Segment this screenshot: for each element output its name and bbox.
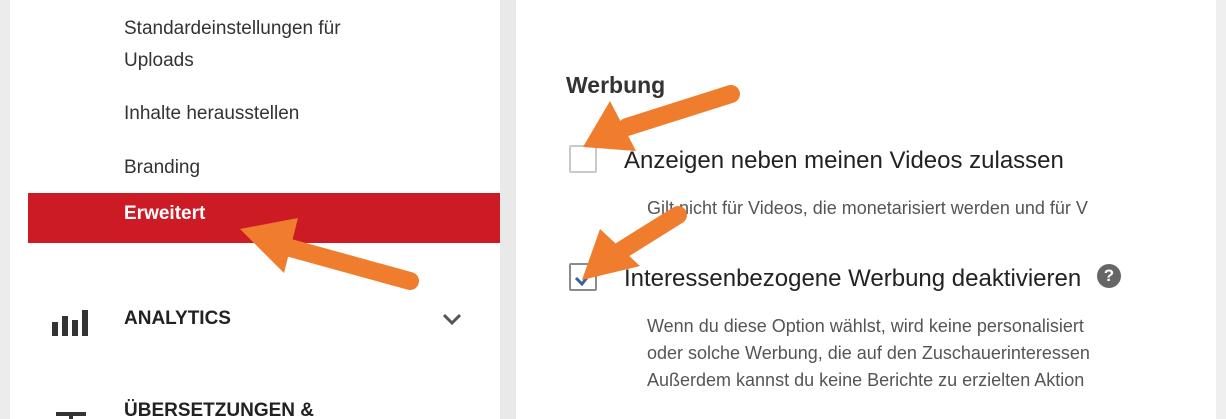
sidebar-item-label: Branding	[124, 157, 201, 178]
allow-ads-label[interactable]: Anzeigen neben meinen Videos zulassen	[624, 147, 1064, 175]
advanced-settings-panel: Werbung Anzeigen neben meinen Videos zul…	[516, 0, 1216, 419]
bar-chart-icon	[52, 310, 88, 336]
sidebar-section-label: ÜBERSETZUNGEN &	[124, 400, 315, 419]
sidebar-item-label: Uploads	[124, 50, 194, 71]
sidebar-item-label: Erweitert	[124, 203, 206, 224]
sidebar-item-upload-defaults[interactable]: Standardeinstellungen für Uploads	[124, 13, 341, 77]
sidebar-section-translations[interactable]: ÜBERSETZUNGEN &	[50, 398, 480, 419]
sidebar-item-featured-content[interactable]: Inhalte herausstellen	[124, 100, 299, 128]
translation-icon	[56, 412, 86, 419]
sidebar-item-label: Inhalte herausstellen	[124, 103, 300, 124]
disable-interest-ads-checkbox[interactable]	[569, 263, 597, 291]
panel-divider	[500, 0, 516, 419]
right-frame	[1216, 0, 1226, 419]
help-icon[interactable]: ?	[1097, 264, 1121, 288]
left-frame	[0, 0, 10, 419]
section-title: Werbung	[566, 72, 666, 98]
chevron-down-icon[interactable]	[440, 310, 464, 328]
disable-interest-ads-description-line: Außerdem kannst du keine Berichte zu erz…	[647, 370, 1085, 390]
sidebar-section-label: ANALYTICS	[124, 308, 231, 329]
disable-interest-ads-description-line: Wenn du diese Option wählst, wird keine …	[647, 316, 1084, 336]
checkmark-icon	[574, 270, 594, 286]
sidebar-section-analytics[interactable]: ANALYTICS	[50, 300, 480, 344]
sidebar-item-branding[interactable]: Branding	[124, 154, 200, 182]
disable-interest-ads-label[interactable]: Interessenbezogene Werbung deaktivieren	[624, 265, 1081, 293]
allow-ads-description: Gilt nicht für Videos, die monetarisiert…	[647, 198, 1088, 218]
sidebar: Standardeinstellungen für Uploads Inhalt…	[10, 0, 500, 419]
sidebar-item-advanced[interactable]: Erweitert	[28, 193, 500, 243]
allow-ads-checkbox[interactable]	[569, 145, 597, 173]
disable-interest-ads-description-line: oder solche Werbung, die auf den Zuschau…	[647, 343, 1090, 363]
sidebar-item-label: Standardeinstellungen für	[124, 18, 341, 39]
